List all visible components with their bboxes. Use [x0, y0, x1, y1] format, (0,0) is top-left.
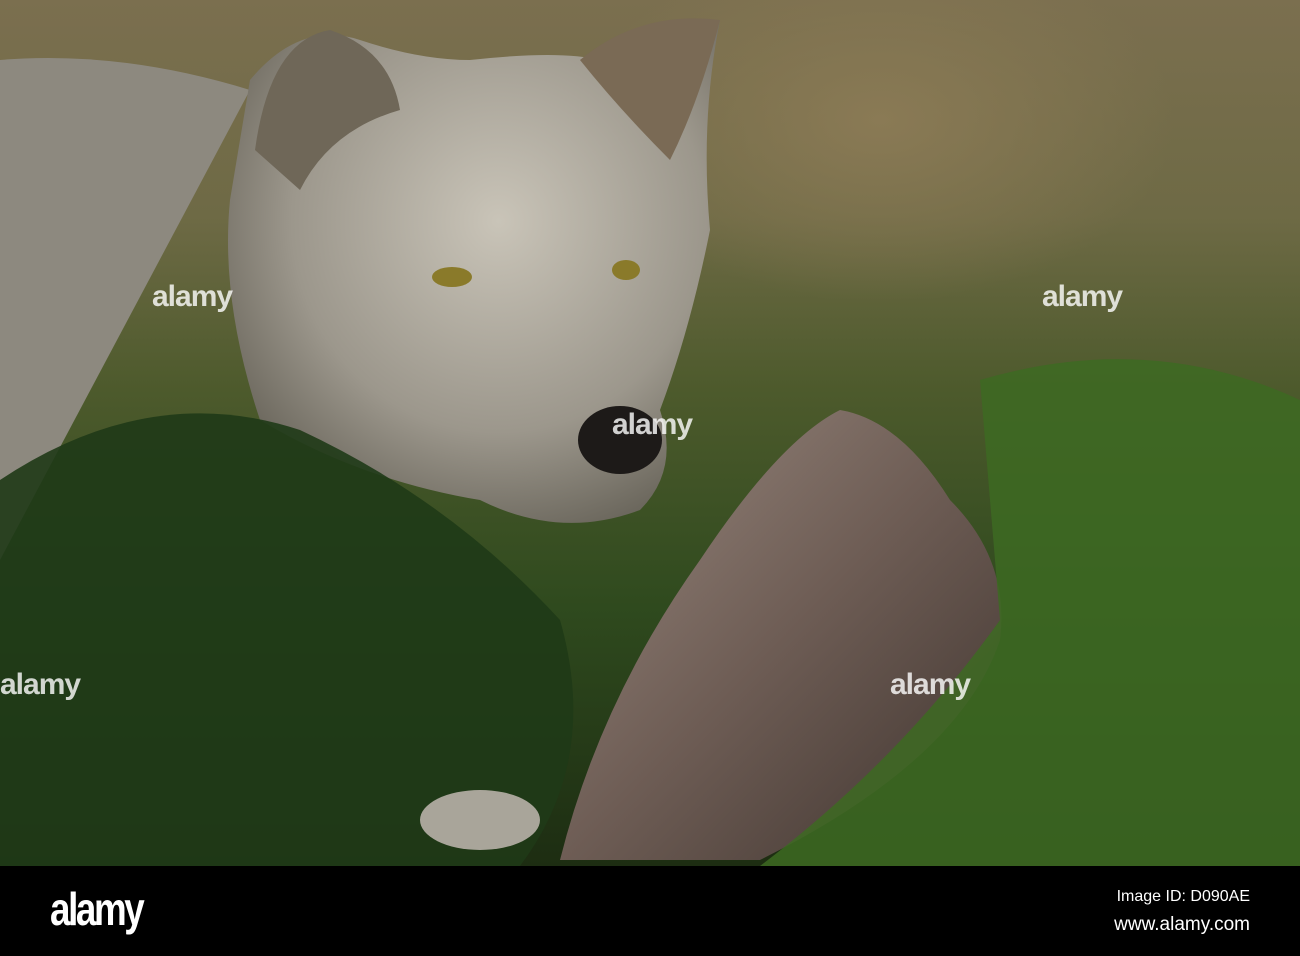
image-id: Image ID: D090AE: [1116, 888, 1250, 905]
wolf-paw: [420, 790, 540, 850]
website-link[interactable]: www.alamy.com: [1114, 914, 1250, 936]
stock-photo-page: alamy alamy alamy alamy alamy alamy Imag…: [0, 0, 1300, 956]
watermark-text: alamy: [612, 408, 693, 441]
watermark-text: alamy: [152, 280, 233, 313]
wolf-eye-left: [432, 267, 472, 287]
watermark-text: alamy: [0, 668, 81, 701]
wolf-photo: alamy alamy alamy alamy alamy: [0, 0, 1300, 866]
footer-bar: alamy Image ID: D090AE www.alamy.com: [0, 866, 1300, 956]
watermark-text: alamy: [1042, 280, 1123, 313]
watermark-text: alamy: [890, 668, 971, 701]
alamy-logo: alamy: [50, 883, 145, 935]
wolf-eye-right: [612, 260, 640, 280]
